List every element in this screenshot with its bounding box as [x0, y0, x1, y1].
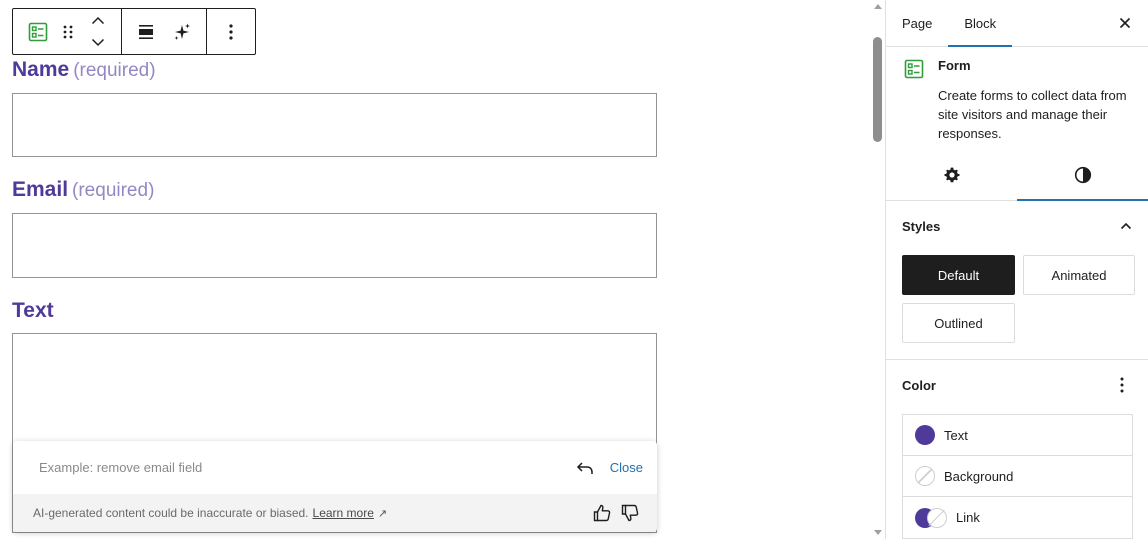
sidebar-tabs: Page Block [886, 0, 1148, 47]
text-color-swatch [915, 425, 935, 445]
thumbs-up-icon[interactable] [591, 502, 613, 524]
styles-panel-title: Styles [902, 218, 941, 234]
color-item-link[interactable]: Link [903, 497, 1132, 538]
ai-prompt-row: Close [13, 441, 657, 494]
tab-styles[interactable] [1017, 149, 1148, 201]
canvas-scrollbar[interactable] [870, 0, 885, 539]
block-description: Create forms to collect data from site v… [938, 88, 1127, 141]
color-item-label: Link [956, 510, 980, 525]
learn-more-link[interactable]: Learn more [313, 506, 374, 520]
block-inspector-tabs [886, 149, 1148, 201]
color-panel-title: Color [902, 377, 936, 393]
ai-disclaimer-text: AI-generated content could be inaccurate… [33, 506, 309, 520]
email-field-label: Email (required) [12, 178, 154, 202]
tab-page[interactable]: Page [886, 0, 948, 46]
block-toolbar-group-1 [13, 9, 122, 54]
color-item-background[interactable]: Background [903, 456, 1132, 497]
tab-settings[interactable] [886, 149, 1017, 200]
external-link-icon: ↗ [377, 507, 388, 520]
tab-block[interactable]: Block [948, 0, 1012, 47]
styles-panel-toggle[interactable]: Styles [886, 201, 1148, 251]
color-options-icon[interactable] [1112, 375, 1132, 395]
color-item-label: Text [944, 427, 968, 443]
link-color-swatch [915, 507, 947, 528]
styles-half-circle-icon [1074, 166, 1091, 183]
drag-handle-icon[interactable] [53, 14, 83, 50]
block-toolbar-group-3 [207, 9, 255, 54]
form-block-icon[interactable] [23, 14, 53, 50]
undo-icon[interactable] [574, 457, 596, 479]
align-icon[interactable] [131, 14, 161, 50]
block-title: Form [938, 58, 971, 73]
name-required-text: (required) [73, 60, 156, 81]
settings-sidebar: Page Block Form Create forms to collect … [885, 0, 1148, 539]
scroll-up-arrow-icon[interactable] [874, 4, 882, 9]
move-down-icon[interactable] [83, 35, 113, 51]
email-required-text: (required) [72, 180, 155, 201]
name-field-label: Name (required) [12, 58, 156, 82]
text-label-text: Text [12, 299, 54, 322]
chevron-up-icon [1120, 222, 1132, 230]
name-label-text: Name [12, 58, 70, 81]
text-field-label: Text [12, 299, 54, 323]
color-list: Text Background Link [902, 414, 1133, 539]
background-color-swatch [915, 466, 935, 486]
style-variations: Default Animated Outlined [886, 251, 1148, 360]
more-options-icon[interactable] [216, 14, 246, 50]
style-default-button[interactable]: Default [902, 255, 1015, 295]
close-icon[interactable] [1114, 12, 1136, 34]
email-input[interactable] [12, 213, 657, 278]
scrollbar-thumb[interactable] [873, 37, 882, 142]
settings-gear-icon [944, 167, 959, 182]
form-block-icon [904, 59, 924, 79]
email-label-text: Email [12, 178, 69, 201]
color-item-label: Background [944, 468, 1014, 484]
ai-disclaimer-bar: AI-generated content could be inaccurate… [13, 494, 657, 532]
ai-close-button[interactable]: Close [610, 460, 643, 475]
block-card: Form Create forms to collect data from s… [886, 47, 1148, 149]
block-movers [83, 12, 113, 52]
block-toolbar [12, 8, 256, 55]
color-item-text[interactable]: Text [903, 415, 1132, 456]
ai-prompt-popover: Close AI-generated content could be inac… [13, 441, 657, 532]
scroll-down-arrow-icon[interactable] [874, 530, 882, 535]
ai-prompt-input[interactable] [39, 460, 574, 475]
move-up-icon[interactable] [83, 13, 113, 29]
block-toolbar-group-2 [122, 9, 207, 54]
style-outlined-button[interactable]: Outlined [902, 303, 1015, 343]
color-panel-header: Color [886, 360, 1148, 410]
style-animated-button[interactable]: Animated [1023, 255, 1135, 295]
editor-canvas: Name(required) Email(required) Text Clos… [0, 0, 870, 539]
thumbs-down-icon[interactable] [619, 502, 641, 524]
name-input[interactable] [12, 93, 657, 157]
ai-sparkle-icon[interactable] [167, 14, 197, 50]
